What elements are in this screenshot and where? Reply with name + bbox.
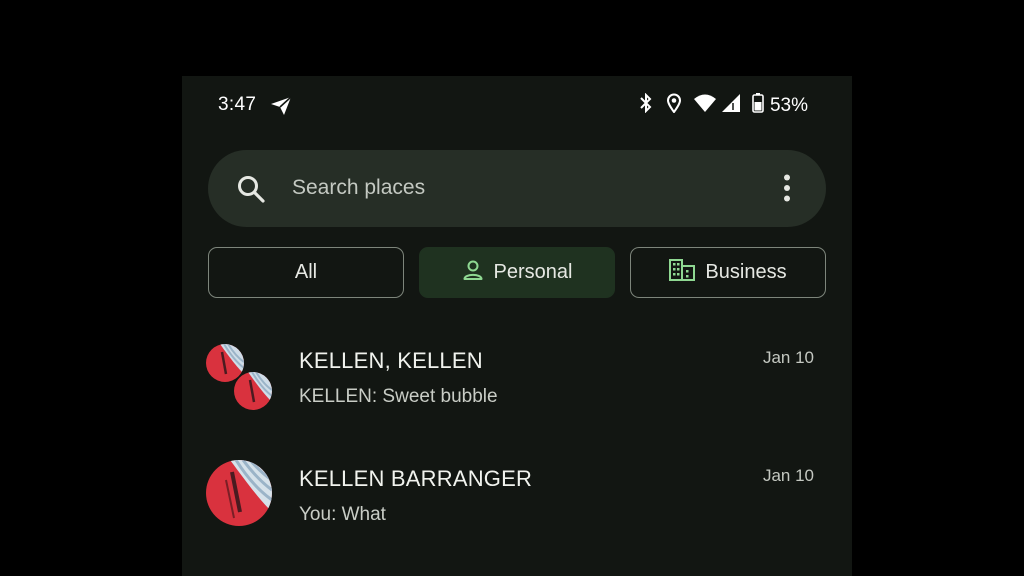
person-icon: [462, 259, 484, 287]
filter-chip-label: All: [294, 261, 318, 283]
search-icon: [236, 174, 266, 209]
bluetooth-icon: [638, 92, 654, 118]
conversation-item[interactable]: KELLEN BARRANGER You: What Jan 10: [182, 456, 852, 566]
conversation-date: Jan 10: [762, 466, 814, 485]
building-icon: [669, 258, 696, 287]
avatar: [206, 344, 244, 382]
status-bar: 3:47 53%: [182, 76, 852, 136]
filter-chip-label: Business: [705, 261, 787, 283]
filter-chip-personal[interactable]: Personal: [419, 247, 615, 298]
group-avatar: [206, 344, 276, 414]
status-icons: 53%: [638, 92, 808, 118]
search-bar[interactable]: Search places: [208, 150, 826, 227]
conversation-date: Jan 10: [762, 348, 814, 367]
filter-chip-business[interactable]: Business: [630, 247, 826, 298]
location-icon: [666, 93, 682, 118]
filter-chip-all[interactable]: All: [208, 247, 404, 298]
contact-avatar: [206, 460, 272, 526]
conversation-preview: You: What: [299, 504, 386, 525]
filter-chip-label: Personal: [493, 261, 573, 283]
wifi-icon: [693, 94, 716, 117]
status-time: 3:47: [218, 94, 257, 115]
search-input[interactable]: Search places: [292, 176, 425, 200]
conversation-preview: KELLEN: Sweet bubble: [299, 386, 498, 407]
avatar: [234, 372, 272, 410]
conversation-item[interactable]: KELLEN, KELLEN KELLEN: Sweet bubble Jan …: [182, 338, 852, 448]
battery-icon: [752, 93, 764, 118]
conversation-name: KELLEN, KELLEN: [299, 348, 483, 373]
signal-icon: [721, 94, 740, 117]
more-vert-icon[interactable]: [784, 174, 790, 207]
send-icon: [270, 96, 292, 121]
battery-percent: 53%: [769, 94, 808, 116]
conversation-name: KELLEN BARRANGER: [299, 466, 533, 491]
phone-screen: 3:47 53% Search places All Personal Busi…: [182, 76, 852, 576]
